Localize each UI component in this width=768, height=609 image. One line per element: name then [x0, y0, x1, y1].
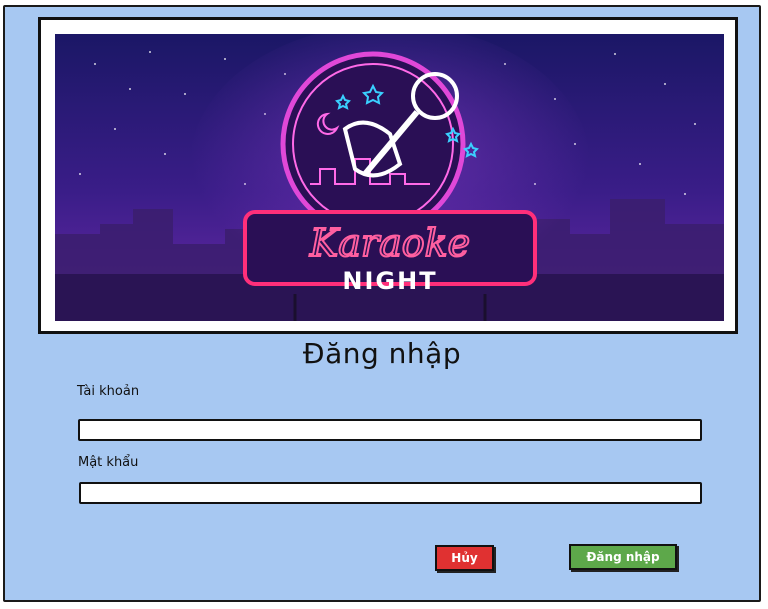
login-button[interactable]: Đăng nhập — [569, 544, 677, 570]
karaoke-sign-text: Karaoke — [309, 221, 470, 265]
banner-frame: Karaoke NIGHT — [38, 17, 738, 334]
cancel-button[interactable]: Hủy — [435, 545, 494, 571]
night-sign-text: NIGHT — [342, 267, 437, 295]
karaoke-night-banner: Karaoke NIGHT — [55, 34, 724, 321]
password-input[interactable] — [79, 482, 702, 504]
account-label: Tài khoản — [77, 384, 140, 399]
page-title: Đăng nhập — [302, 337, 462, 370]
password-label: Mật khẩu — [78, 455, 139, 470]
login-window: Karaoke NIGHT Đăng nhập Tài khoản Mật kh… — [3, 5, 761, 602]
account-input[interactable] — [78, 419, 702, 441]
